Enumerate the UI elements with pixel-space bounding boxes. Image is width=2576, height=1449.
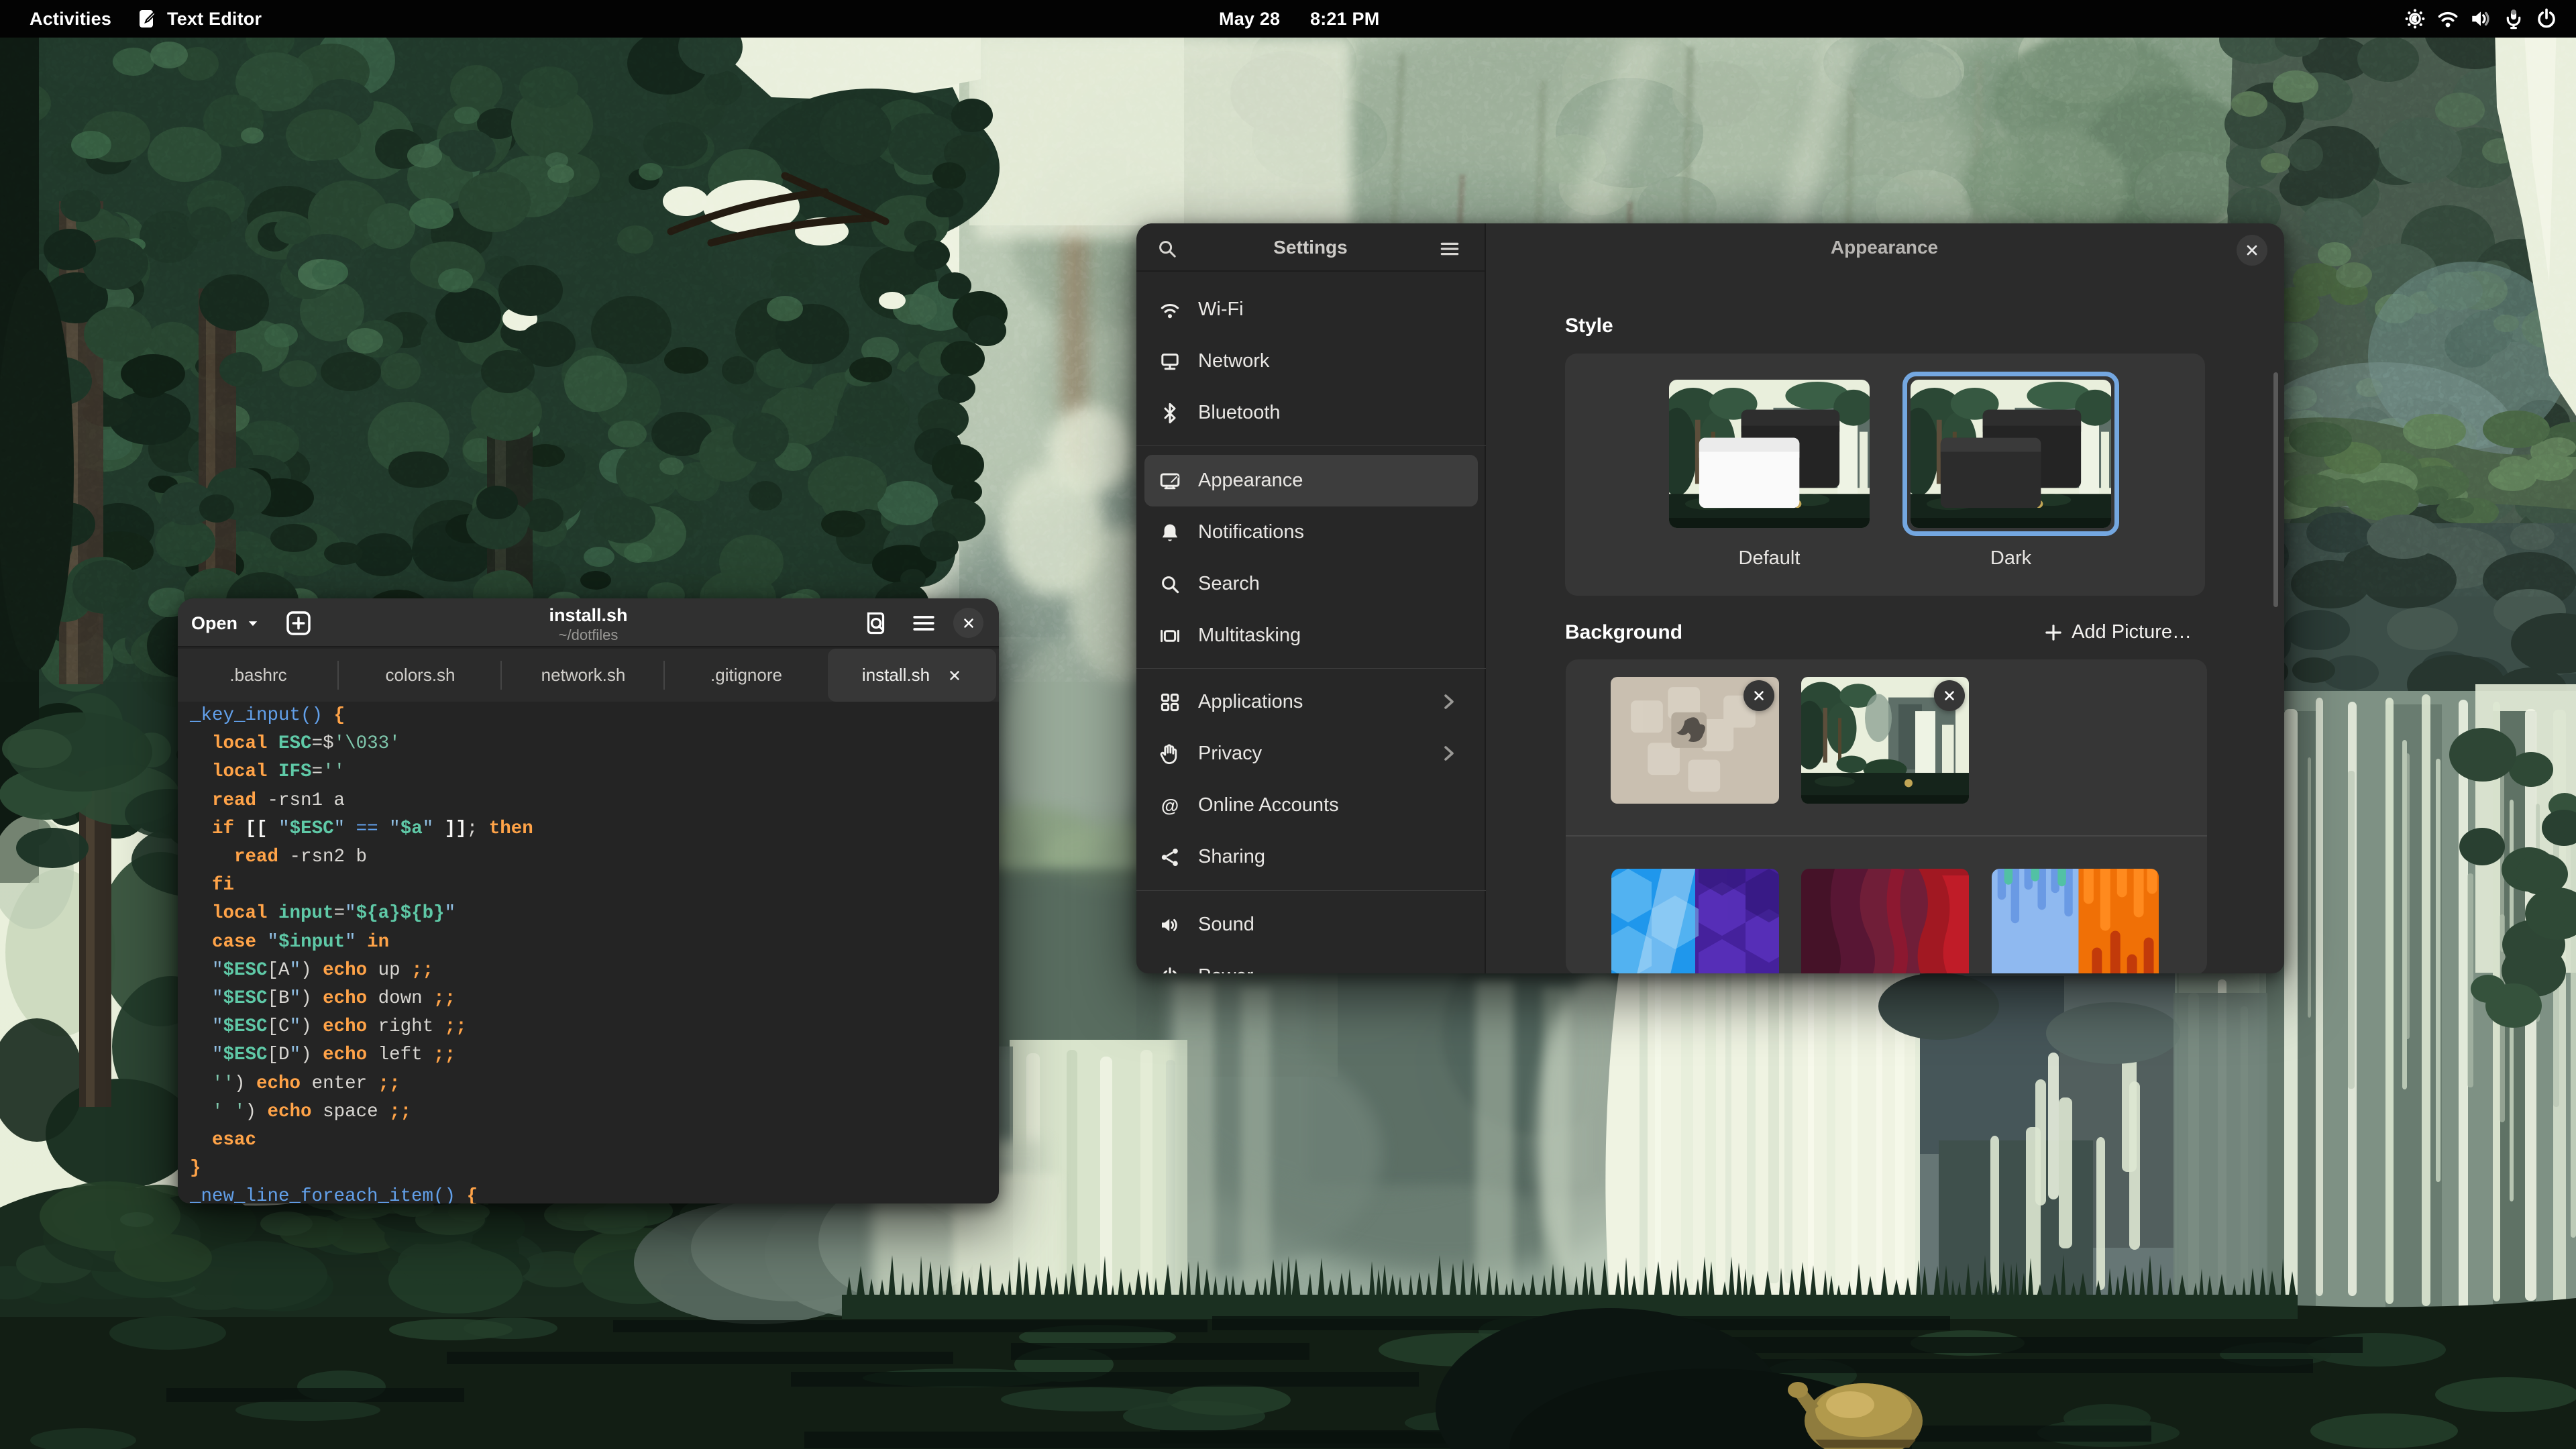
svg-text:@: @ — [1161, 796, 1179, 816]
